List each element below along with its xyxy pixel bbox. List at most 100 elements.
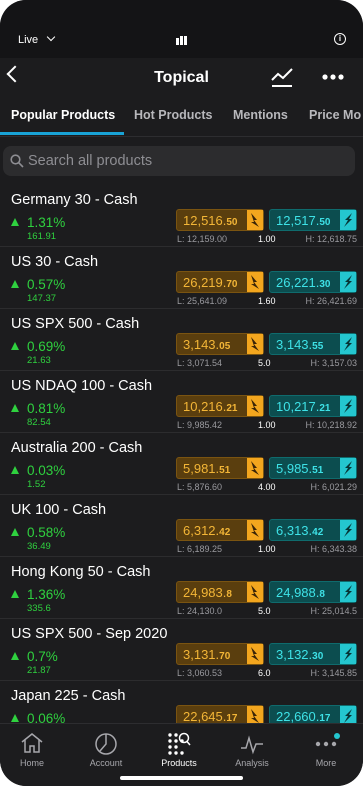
product-row[interactable]: US SPX 500 - Cash 0.69% 21.63 3,143.05 3,143…: [0, 310, 363, 371]
tab-hot-products[interactable]: Hot Products: [134, 108, 212, 122]
up-arrow-icon: [11, 342, 19, 350]
product-row[interactable]: UK 100 - Cash 0.58% 36.49 6,312.42 6,313.42 L…: [0, 496, 363, 557]
change-percent-value: 1.31%: [27, 215, 66, 230]
buy-price-pips: 8: [319, 589, 325, 600]
sell-arrow-icon: [247, 334, 263, 354]
buy-price-main: 22,660.: [276, 709, 320, 724]
change-percent: 0.69%: [11, 339, 65, 354]
signal-bars-icon: [176, 36, 188, 45]
low-price: L: 3,071.54: [177, 358, 223, 368]
chevron-down-icon: [46, 32, 56, 42]
search-bar[interactable]: Search all products: [3, 146, 355, 176]
sell-price-main: 24,983.: [183, 585, 227, 600]
change-absolute: 335.6: [27, 603, 51, 614]
buy-arrow-icon: [340, 520, 356, 540]
up-arrow-icon: [11, 280, 19, 288]
product-name: Australia 200 - Cash: [11, 440, 143, 456]
change-percent-value: 0.69%: [27, 339, 66, 354]
change-absolute: 1.52: [27, 479, 46, 490]
sell-price-pips: 70: [219, 651, 231, 662]
low-price: L: 3,060.53: [177, 668, 223, 678]
sell-price-main: 3,131.: [183, 647, 220, 662]
up-arrow-icon: [11, 218, 19, 226]
high-price: H: 25,014.5: [310, 606, 357, 616]
buy-price-button[interactable]: 3,132.30: [269, 643, 357, 665]
phone-screen: Live i Topical Popular Products Hot Prod…: [0, 0, 363, 786]
more-options-icon[interactable]: [321, 66, 345, 88]
buy-price-button[interactable]: 3,143.55: [269, 333, 357, 355]
tab-bar-label: Products: [161, 758, 197, 768]
buy-arrow-icon: [340, 396, 356, 416]
buy-arrow-icon: [340, 582, 356, 602]
product-row[interactable]: Australia 200 - Cash 0.03% 1.52 5,981.51 5,9…: [0, 434, 363, 495]
tab-mentions[interactable]: Mentions: [233, 108, 288, 122]
sell-price-main: 5,981.: [183, 461, 220, 476]
search-input[interactable]: Search all products: [28, 153, 152, 169]
change-percent: 0.58%: [11, 525, 65, 540]
product-name: US NDAQ 100 - Cash: [11, 378, 153, 394]
sell-price-button[interactable]: 24,983.8: [176, 581, 264, 603]
sell-price-button[interactable]: 10,216.21: [176, 395, 264, 417]
product-row[interactable]: US 30 - Cash 0.57% 147.37 26,219.70 26,221.3…: [0, 248, 363, 309]
sell-price-button[interactable]: 26,219.70: [176, 271, 264, 293]
account-mode-label: Live: [18, 34, 39, 46]
info-icon[interactable]: i: [334, 33, 346, 45]
tab-popular-products[interactable]: Popular Products: [11, 108, 115, 122]
tab-bar-home[interactable]: Home: [0, 724, 68, 774]
product-name: Hong Kong 50 - Cash: [11, 564, 151, 580]
tab-bar-products[interactable]: Products: [143, 724, 215, 774]
high-price: H: 6,343.38: [310, 544, 357, 554]
sell-price-button[interactable]: 6,312.42: [176, 519, 264, 541]
spread-value: 1.00: [258, 544, 276, 554]
buy-price-button[interactable]: 10,217.21: [269, 395, 357, 417]
change-percent-value: 0.7%: [27, 649, 58, 664]
buy-price-button[interactable]: 6,313.42: [269, 519, 357, 541]
sell-price-button[interactable]: 12,516.50: [176, 209, 264, 231]
buy-price-button[interactable]: 24,988.8: [269, 581, 357, 603]
sell-price-button[interactable]: 3,143.05: [176, 333, 264, 355]
tab-bar-more[interactable]: More: [290, 724, 362, 774]
chart-icon[interactable]: [270, 66, 294, 88]
tab-bar-account[interactable]: Account: [70, 724, 142, 774]
buy-price-pips: 30: [319, 279, 331, 290]
buy-price-main: 12,517.: [276, 213, 320, 228]
change-percent-value: 0.57%: [27, 277, 66, 292]
change-percent: 0.57%: [11, 277, 65, 292]
sell-arrow-icon: [247, 210, 263, 230]
change-absolute: 21.63: [27, 355, 51, 366]
high-price: H: 10,218.92: [305, 420, 357, 430]
product-row[interactable]: US SPX 500 - Sep 2020 0.7% 21.87 3,131.70 3,…: [0, 620, 363, 681]
sell-arrow-icon: [247, 644, 263, 664]
change-percent-value: 0.03%: [27, 463, 66, 478]
product-row[interactable]: Germany 30 - Cash 1.31% 161.91 12,516.50 12,…: [0, 186, 363, 247]
low-price: L: 12,159.00: [177, 234, 228, 244]
product-row[interactable]: US NDAQ 100 - Cash 0.81% 82.54 10,216.21 10,…: [0, 372, 363, 433]
tab-bar-label: More: [315, 758, 337, 768]
up-arrow-icon: [11, 466, 19, 474]
change-absolute: 82.54: [27, 417, 51, 428]
change-percent-value: 0.58%: [27, 525, 66, 540]
sell-price-pips: 21: [226, 403, 238, 414]
product-row[interactable]: Hong Kong 50 - Cash 1.36% 335.6 24,983.8 24,…: [0, 558, 363, 619]
buy-price-button[interactable]: 26,221.30: [269, 271, 357, 293]
buy-price-main: 3,143.: [276, 337, 313, 352]
buy-price-button[interactable]: 12,517.50: [269, 209, 357, 231]
up-arrow-icon: [11, 714, 19, 722]
buy-price-main: 5,985.: [276, 461, 313, 476]
tab-price-movers[interactable]: Price Mo: [309, 108, 361, 122]
buy-price-pips: 50: [319, 217, 331, 228]
buy-arrow-icon: [340, 644, 356, 664]
search-icon: [10, 154, 24, 168]
sell-price-pips: 8: [226, 589, 232, 600]
sell-arrow-icon: [247, 520, 263, 540]
sell-price-button[interactable]: 5,981.51: [176, 457, 264, 479]
more-icon: [315, 733, 340, 747]
sell-price-button[interactable]: 3,131.70: [176, 643, 264, 665]
buy-price-button[interactable]: 5,985.51: [269, 457, 357, 479]
tab-bar-analysis[interactable]: Analysis: [216, 724, 288, 774]
change-percent-value: 0.81%: [27, 401, 66, 416]
analysis-icon: [241, 735, 263, 755]
account-mode-selector[interactable]: Live: [18, 32, 56, 46]
sell-price-pips: 42: [219, 527, 231, 538]
high-price: H: 26,421.69: [305, 296, 357, 306]
